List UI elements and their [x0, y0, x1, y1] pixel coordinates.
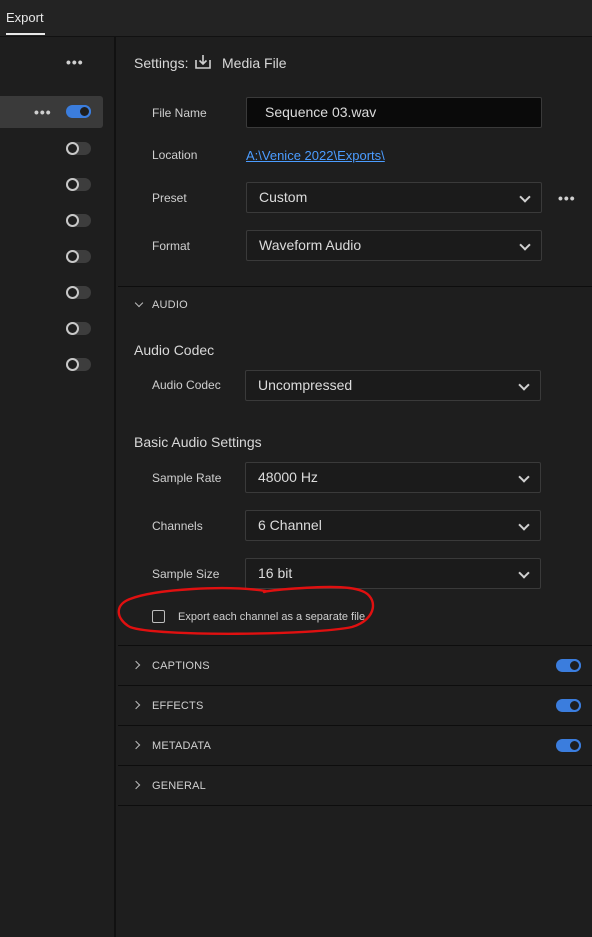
chevron-right-icon[interactable]: [131, 740, 141, 750]
divider: [118, 685, 592, 686]
divider: [118, 286, 592, 287]
tab-active-indicator: [6, 33, 45, 35]
divider: [118, 805, 592, 806]
media-file-icon: [195, 55, 211, 69]
export-settings-panel: Settings: Media File File Name Sequence …: [117, 37, 592, 937]
chevron-down-icon: [519, 239, 531, 251]
chevron-down-icon: [518, 379, 530, 391]
divider: [118, 765, 592, 766]
tab-export[interactable]: Export: [6, 0, 44, 35]
sample-rate-label: Sample Rate: [152, 471, 222, 485]
metadata-toggle[interactable]: [556, 739, 581, 752]
chevron-right-icon[interactable]: [131, 700, 141, 710]
audio-codec-dropdown[interactable]: Uncompressed: [245, 370, 541, 401]
file-name-label: File Name: [152, 106, 207, 120]
target-toggle-7[interactable]: [66, 322, 91, 335]
format-label: Format: [152, 239, 191, 253]
preset-value: Custom: [259, 189, 308, 205]
preset-dropdown[interactable]: Custom: [246, 182, 542, 213]
chevron-right-icon[interactable]: [131, 780, 141, 790]
more-options-icon[interactable]: •••: [66, 54, 84, 70]
chevron-right-icon[interactable]: [131, 660, 141, 670]
sample-size-label: Sample Size: [152, 567, 220, 581]
target-toggle-1[interactable]: [66, 105, 91, 118]
channels-dropdown[interactable]: 6 Channel: [245, 510, 541, 541]
red-annotation-circle: [117, 585, 375, 635]
row-more-options-icon[interactable]: •••: [34, 104, 52, 120]
location-link[interactable]: A:\Venice 2022\Exports\: [246, 148, 385, 163]
preset-more-icon[interactable]: •••: [558, 190, 576, 206]
audio-codec-value: Uncompressed: [258, 377, 353, 393]
chevron-down-icon[interactable]: [134, 298, 144, 308]
channels-label: Channels: [152, 519, 203, 533]
sample-rate-dropdown[interactable]: 48000 Hz: [245, 462, 541, 493]
target-toggle-8[interactable]: [66, 358, 91, 371]
metadata-section-title[interactable]: METADATA: [152, 740, 211, 752]
target-toggle-2[interactable]: [66, 142, 91, 155]
format-value: Waveform Audio: [259, 237, 362, 253]
chevron-down-icon: [519, 191, 531, 203]
audio-section-title[interactable]: AUDIO: [152, 299, 188, 311]
effects-section-title[interactable]: EFFECTS: [152, 700, 204, 712]
audio-codec-label: Audio Codec: [152, 378, 221, 392]
general-section-title[interactable]: GENERAL: [152, 780, 206, 792]
captions-toggle[interactable]: [556, 659, 581, 672]
sample-size-value: 16 bit: [258, 565, 293, 581]
basic-audio-settings-heading: Basic Audio Settings: [134, 434, 262, 450]
settings-label: Settings:: [134, 55, 189, 71]
divider: [118, 725, 592, 726]
file-name-input[interactable]: Sequence 03.wav: [246, 97, 542, 128]
target-toggle-5[interactable]: [66, 250, 91, 263]
preset-label: Preset: [152, 191, 187, 205]
settings-target: Media File: [222, 55, 287, 71]
audio-codec-heading: Audio Codec: [134, 342, 215, 358]
sample-rate-value: 48000 Hz: [258, 469, 318, 485]
export-targets-panel: ••• •••: [0, 37, 116, 937]
target-row-selected[interactable]: •••: [0, 96, 103, 128]
top-tab-bar: Export: [0, 0, 592, 37]
channels-value: 6 Channel: [258, 517, 322, 533]
captions-section-title[interactable]: CAPTIONS: [152, 660, 210, 672]
chevron-down-icon: [518, 567, 530, 579]
divider: [118, 645, 592, 646]
target-toggle-3[interactable]: [66, 178, 91, 191]
format-dropdown[interactable]: Waveform Audio: [246, 230, 542, 261]
location-label: Location: [152, 148, 198, 162]
effects-toggle[interactable]: [556, 699, 581, 712]
target-toggle-4[interactable]: [66, 214, 91, 227]
target-toggle-6[interactable]: [66, 286, 91, 299]
chevron-down-icon: [518, 471, 530, 483]
chevron-down-icon: [518, 519, 530, 531]
